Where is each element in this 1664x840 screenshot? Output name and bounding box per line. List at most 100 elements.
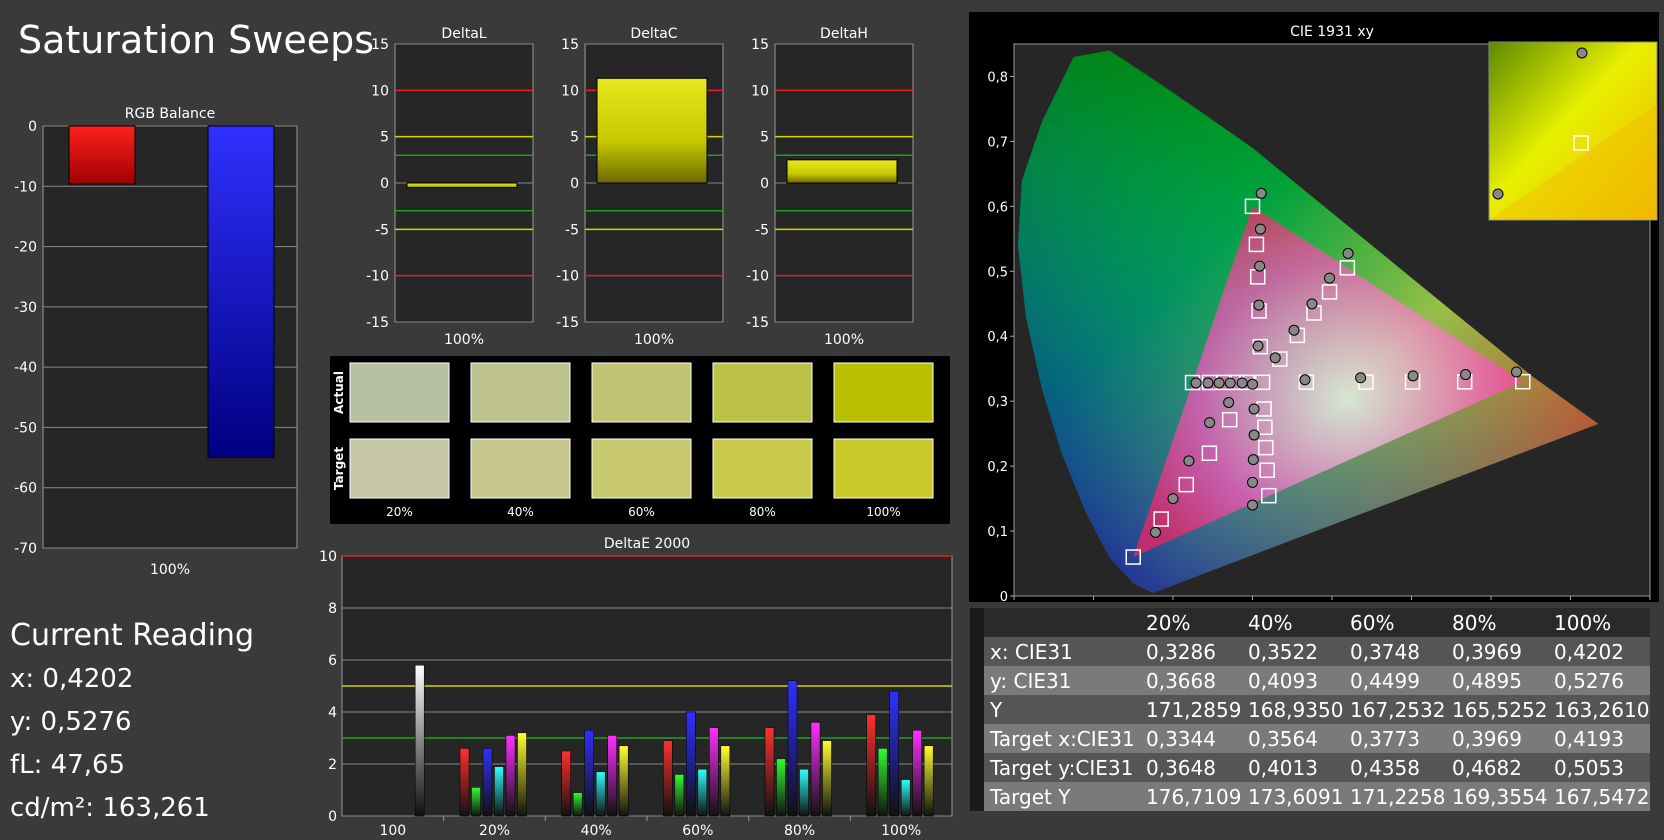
- y-tick-label: 5: [380, 130, 389, 146]
- measured-marker: [1355, 372, 1367, 384]
- y-tick-label: 0,5: [987, 265, 1008, 280]
- delta-e-bar: [709, 727, 719, 817]
- table-cell: 167,2532: [1350, 697, 1446, 722]
- y-tick-label: 0: [760, 176, 769, 192]
- table-cell: 0,4358: [1350, 755, 1420, 780]
- x-tick-label: 100%: [824, 332, 864, 348]
- delta-e-bar: [877, 748, 888, 817]
- measured-marker: [1167, 493, 1179, 505]
- delta-h-chart: DeltaH 15 10 5 0 -5 -10 -15 100%: [746, 26, 914, 348]
- y-tick-label: -70: [14, 541, 37, 557]
- table-row: Target Y 176,7109 173,6091 171,2258 169,…: [970, 782, 1650, 811]
- measured-marker: [1223, 396, 1235, 408]
- delta-e-bar: [697, 768, 708, 817]
- table-cell: 167,5472: [1554, 784, 1650, 809]
- swatch-target: [349, 438, 450, 499]
- table-cell: 0,3344: [1146, 726, 1216, 751]
- y-tick-label: 0: [28, 119, 37, 135]
- y-tick-label: 0: [380, 176, 389, 192]
- table-cell: 0,4499: [1350, 668, 1420, 693]
- inset-measured-marker: [1576, 47, 1588, 59]
- y-tick-label: -5: [565, 222, 579, 238]
- table-cell: 176,7109: [1146, 784, 1242, 809]
- table-cell: 0,4895: [1452, 668, 1522, 693]
- chart-title: CIE 1931 xy: [1290, 24, 1374, 40]
- delta-e-bar: [505, 735, 516, 817]
- measured-marker: [1255, 187, 1267, 199]
- y-tick-label: 10: [371, 83, 389, 99]
- measured-marker: [1247, 378, 1258, 390]
- chart-title: RGB Balance: [125, 106, 215, 122]
- measured-marker: [1150, 526, 1162, 538]
- swatch-actual: [712, 362, 813, 423]
- delta-e-2000-chart: DeltaE 2000 0 2 4 6 8 10 100 20% 40% 60% 80% 100%: [319, 536, 953, 838]
- measured-marker: [1247, 499, 1258, 511]
- x-tick-label: 100%: [881, 823, 921, 838]
- table-cell: 0,4093: [1248, 668, 1318, 693]
- table-cell: 0,3522: [1248, 639, 1318, 664]
- table-cell: 165,5252: [1452, 697, 1548, 722]
- swatch-actual: [349, 362, 450, 423]
- delta-bar: [406, 182, 518, 189]
- table-cell: 0,3773: [1350, 726, 1420, 751]
- swatch-actual: [470, 362, 571, 423]
- measured-marker: [1254, 260, 1266, 272]
- delta-e-bar: [776, 758, 786, 817]
- delta-e-bar: [561, 750, 571, 817]
- measured-marker: [1236, 377, 1248, 389]
- delta-e-bar: [787, 680, 798, 817]
- y-tick-label: 15: [371, 37, 389, 53]
- y-tick-label: -10: [556, 269, 579, 285]
- swatch-label: 80%: [749, 505, 776, 519]
- delta-e-bar: [764, 727, 775, 817]
- page-title: Saturation Sweeps: [18, 18, 375, 62]
- measured-marker: [1247, 476, 1258, 488]
- measured-marker: [1183, 455, 1195, 467]
- y-tick-label: -10: [746, 269, 769, 285]
- measured-marker: [1247, 454, 1259, 466]
- y-tick-label: 10: [319, 549, 337, 565]
- table-row: y: CIE31 0,3668 0,4093 0,4499 0,4895 0,5…: [970, 666, 1650, 695]
- y-tick-label: 0,4: [987, 330, 1008, 345]
- chart-title: DeltaH: [820, 26, 868, 42]
- table-row: Target y:CIE31 0,3648 0,4013 0,4358 0,46…: [970, 753, 1650, 782]
- y-tick-label: 5: [570, 130, 579, 146]
- delta-e-bar: [674, 774, 685, 817]
- reading-fl: fL: 47,65: [10, 750, 126, 780]
- inset-measured-marker: [1492, 188, 1504, 200]
- delta-c-chart: DeltaC 15 10 5 0 -5 -10 -15 100%: [556, 26, 724, 348]
- delta-e-bar: [889, 690, 899, 817]
- y-tick-label: 15: [751, 37, 769, 53]
- delta-bar: [786, 159, 898, 184]
- delta-e-bar: [663, 740, 673, 817]
- delta-e-bar: [822, 740, 832, 817]
- measured-marker: [1254, 223, 1266, 235]
- measured-marker: [1306, 298, 1318, 310]
- table-cell: 171,2859: [1146, 697, 1242, 722]
- delta-e-bar: [494, 766, 504, 817]
- reading-x: x: 0,4202: [10, 664, 134, 694]
- table-cell: x: CIE31: [990, 639, 1073, 664]
- swatch-label: 60%: [628, 505, 655, 519]
- current-reading-heading: Current Reading: [10, 618, 254, 653]
- measured-marker: [1510, 366, 1522, 378]
- measured-marker: [1190, 377, 1202, 389]
- swatch-target: [470, 438, 571, 499]
- measured-marker: [1204, 417, 1216, 429]
- delta-e-bar: [799, 768, 809, 817]
- x-tick-label: 100%: [444, 332, 484, 348]
- y-tick-label: 10: [751, 83, 769, 99]
- y-tick-label: 15: [561, 37, 579, 53]
- x-tick-label: 80%: [784, 823, 815, 838]
- swatch-label: 100%: [866, 505, 900, 519]
- table-header: 80%: [1452, 610, 1497, 635]
- measurement-table: 20% 40% 60% 80% 100% x: CIE31 0,3286 0,3…: [970, 608, 1650, 811]
- y-tick-label: 5: [760, 130, 769, 146]
- table-cell: 0,3286: [1146, 639, 1216, 664]
- y-tick-label: 0,6: [987, 200, 1008, 215]
- table-cell: y: CIE31: [990, 668, 1072, 693]
- x-tick-label: 100%: [150, 562, 190, 578]
- table-cell: 0,3668: [1146, 668, 1216, 693]
- table-header: 60%: [1350, 610, 1395, 635]
- table-header-row: 20% 40% 60% 80% 100%: [970, 608, 1650, 637]
